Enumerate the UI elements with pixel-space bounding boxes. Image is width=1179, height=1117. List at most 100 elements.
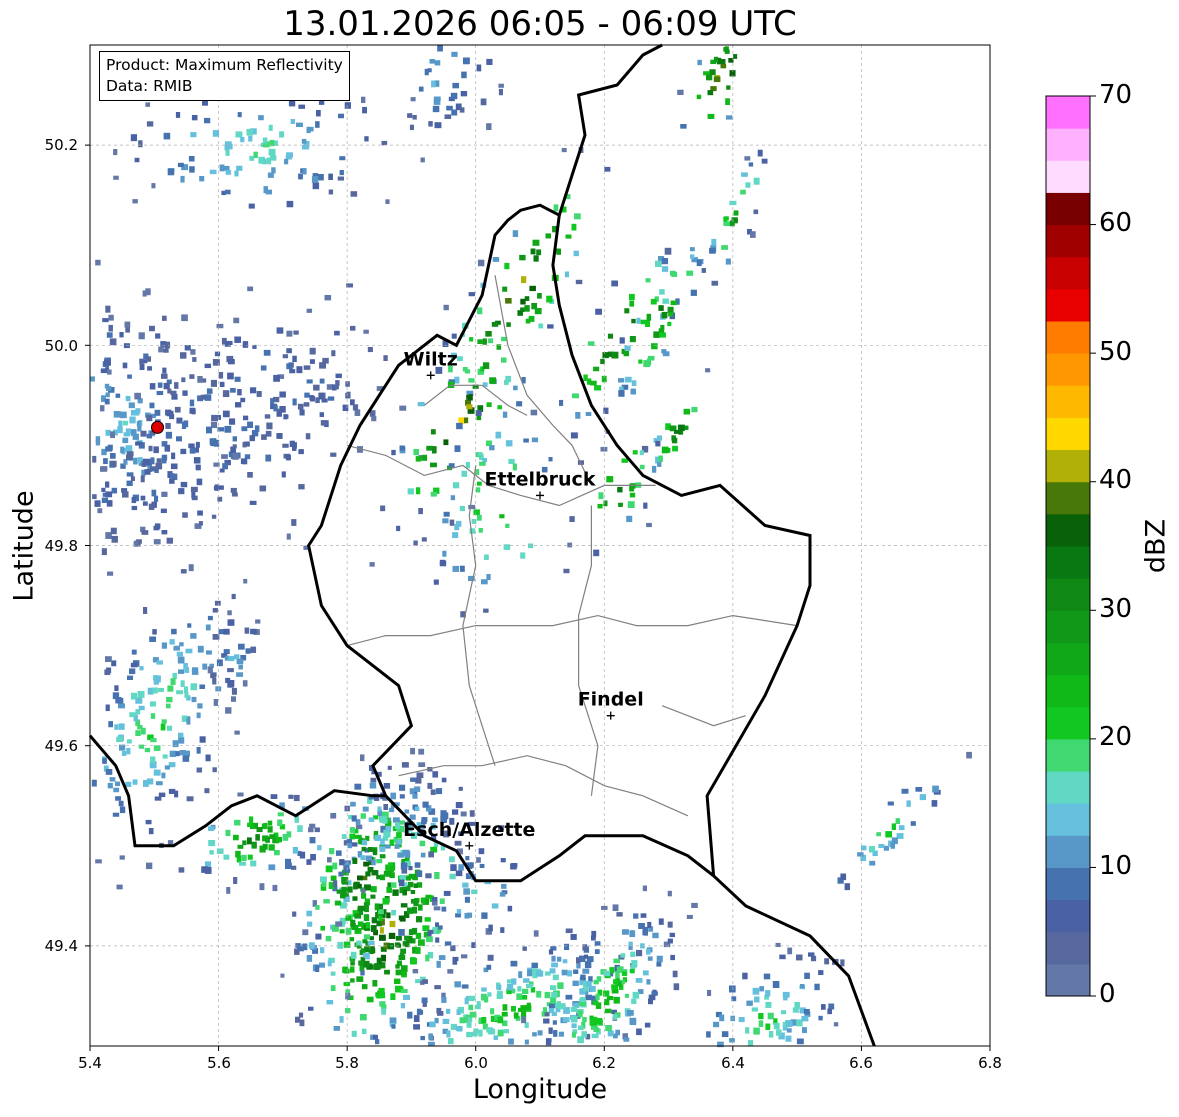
radar-pixel	[126, 454, 133, 461]
radar-pixel	[327, 857, 332, 863]
radar-pixel	[670, 300, 677, 306]
radar-pixel	[175, 751, 180, 757]
radar-pixel	[370, 777, 377, 783]
radar-pixel	[107, 571, 114, 576]
radar-pixel	[370, 886, 377, 893]
radar-pixel	[416, 870, 423, 878]
radar-pixel	[234, 730, 240, 735]
radar-pixel	[297, 825, 303, 833]
radar-pixel	[607, 1030, 614, 1037]
radar-pixel	[454, 981, 461, 988]
radar-pixel	[868, 846, 876, 853]
radar-pixel	[256, 827, 263, 833]
radar-pixel	[129, 668, 136, 675]
radar-pixel	[408, 866, 413, 871]
radar-pixel	[740, 189, 746, 195]
radar-pixel	[706, 74, 713, 81]
radar-pixel	[106, 500, 113, 507]
radar-pixel	[280, 973, 285, 978]
radar-pixel	[225, 829, 231, 837]
radar-pixel	[657, 462, 662, 467]
radar-pixel	[107, 782, 113, 789]
canton-line	[661, 705, 746, 727]
radar-pixel	[307, 921, 313, 927]
radar-pixel	[180, 175, 185, 183]
radar-pixel	[413, 1015, 420, 1023]
radar-pixel	[489, 445, 495, 451]
radar-pixel	[478, 1029, 483, 1037]
radar-pixel	[482, 362, 490, 370]
radar-pixel	[204, 861, 212, 868]
radar-pixel	[206, 388, 213, 394]
radar-pixel	[367, 867, 374, 873]
radar-pixel	[242, 840, 247, 846]
radar-pixel	[234, 170, 239, 177]
radar-pixel	[384, 831, 391, 838]
radar-pixel	[331, 350, 336, 357]
radar-pixel	[276, 433, 283, 439]
radar-pixel	[339, 859, 345, 866]
radar-pixel	[109, 338, 117, 346]
radar-pixel	[409, 788, 415, 795]
radar-pixel	[255, 834, 260, 841]
radar-pixel	[623, 1037, 630, 1042]
radar-pixel	[449, 873, 456, 880]
radar-pixel	[113, 175, 119, 180]
radar-pixel	[167, 725, 173, 731]
radar-pixel	[500, 927, 505, 933]
radar-pixel	[709, 247, 716, 254]
radar-pixel	[462, 1017, 468, 1023]
radar-pixel	[339, 156, 346, 161]
radar-pixel	[210, 421, 218, 429]
radar-pixel	[258, 156, 265, 164]
radar-pixel	[787, 947, 793, 955]
radar-pixel	[613, 996, 620, 1004]
radar-pixel	[543, 1018, 550, 1024]
radar-pixel	[414, 786, 421, 792]
x-tick-label: 6.2	[592, 1054, 616, 1072]
radar-pixel	[174, 406, 181, 413]
radar-pixel	[419, 840, 426, 847]
radar-pixel	[430, 429, 436, 435]
radar-pixel	[786, 1028, 792, 1033]
radar-pixel	[413, 448, 419, 456]
canton-line	[578, 505, 599, 796]
radar-pixel	[355, 824, 363, 830]
radar-pixel	[243, 578, 248, 584]
radar-pixel	[408, 873, 416, 879]
radar-pixel	[723, 217, 728, 222]
radar-pixel	[477, 481, 482, 486]
radar-pixel	[376, 957, 382, 965]
radar-pixel	[225, 149, 230, 156]
radar-pixel	[511, 1006, 517, 1012]
radar-pixel	[697, 59, 702, 66]
radar-pixel	[593, 366, 600, 372]
radar-pixel	[161, 456, 167, 464]
colorbar-tick-label: 20	[1099, 722, 1133, 752]
radar-pixel	[451, 51, 458, 57]
radar-pixel	[468, 996, 475, 1002]
radar-pixel	[624, 308, 630, 314]
radar-pixel	[530, 248, 536, 255]
radar-pixel	[611, 351, 619, 359]
radar-pixel	[752, 987, 760, 995]
radar-pixel	[724, 49, 730, 54]
radar-pixel	[222, 463, 228, 470]
radar-pixel	[146, 862, 153, 870]
radar-pixel	[390, 993, 396, 1001]
radar-pixel	[458, 786, 463, 791]
radar-pixel	[204, 788, 210, 794]
radar-pixel	[440, 810, 447, 817]
radar-pixel	[343, 890, 349, 897]
radar-pixel	[154, 409, 161, 416]
radar-site-icon	[151, 420, 164, 434]
radar-pixel	[286, 200, 294, 208]
radar-pixel	[477, 339, 483, 345]
radar-pixel	[109, 777, 116, 782]
radar-pixel	[131, 692, 138, 700]
radar-pixel	[328, 173, 333, 181]
radar-pixel	[783, 994, 788, 1001]
radar-pixel	[309, 347, 316, 355]
radar-pixel	[672, 445, 678, 452]
radar-pixel	[655, 260, 662, 268]
